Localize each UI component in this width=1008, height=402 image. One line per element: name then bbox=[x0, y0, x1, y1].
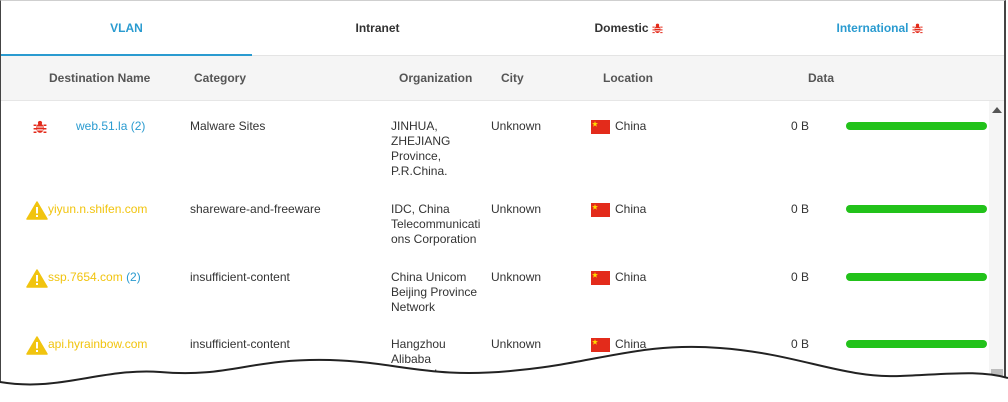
column-data[interactable]: Data bbox=[808, 71, 834, 85]
column-organization[interactable]: Organization bbox=[399, 71, 472, 85]
bug-icon bbox=[651, 23, 663, 33]
warning-icon bbox=[26, 201, 48, 220]
tab-intranet[interactable]: Intranet bbox=[252, 1, 503, 55]
scroll-thumb[interactable] bbox=[991, 369, 1003, 387]
vertical-scrollbar[interactable] bbox=[989, 101, 1004, 401]
china-flag-icon bbox=[591, 337, 610, 352]
city-cell: Unknown bbox=[491, 119, 542, 133]
column-city[interactable]: City bbox=[501, 71, 524, 85]
china-flag-icon bbox=[591, 270, 610, 285]
table-header: Destination Name Category Organization C… bbox=[1, 56, 1004, 101]
category-cell: insufficient-content bbox=[190, 270, 290, 284]
tab-label: Intranet bbox=[355, 21, 400, 35]
bug-icon bbox=[911, 23, 923, 33]
location-cell: China bbox=[591, 270, 646, 285]
organization-cell: Hangzhou Alibaba Advertising Co.,Ltd. bbox=[391, 337, 451, 396]
location-cell: China bbox=[591, 337, 646, 352]
tab-bar: VLAN Intranet Domestic International bbox=[1, 1, 1004, 56]
organization-cell: IDC, China Telecommunicati ons Corporatio… bbox=[391, 202, 481, 246]
destination-name[interactable]: ssp.7654.com (2) bbox=[48, 270, 141, 285]
traffic-panel: VLAN Intranet Domestic International Des… bbox=[0, 0, 1006, 402]
organization-cell: China Unicom Beijing Province Network bbox=[391, 270, 478, 314]
warning-icon bbox=[26, 269, 48, 288]
category-cell: shareware-and-freeware bbox=[190, 202, 321, 216]
destination-name[interactable]: yiyun.n.shifen.com bbox=[48, 202, 147, 217]
location-cell: China bbox=[591, 119, 646, 134]
data-cell: 0 B bbox=[791, 270, 810, 284]
usage-bar bbox=[846, 340, 987, 348]
column-location[interactable]: Location bbox=[603, 71, 653, 85]
column-destination[interactable]: Destination Name bbox=[49, 71, 150, 85]
china-flag-icon bbox=[591, 202, 610, 217]
location-cell: China bbox=[591, 202, 646, 217]
data-cell: 0 B bbox=[791, 202, 810, 216]
city-cell: Unknown bbox=[491, 270, 542, 284]
bug-icon bbox=[33, 120, 47, 133]
column-category[interactable]: Category bbox=[194, 71, 246, 85]
category-cell: insufficient-content bbox=[190, 337, 290, 351]
data-cell: 0 B bbox=[791, 337, 810, 351]
city-cell: Unknown bbox=[491, 337, 542, 351]
destination-name[interactable]: api.hyrainbow.com bbox=[48, 337, 147, 352]
tab-international[interactable]: International bbox=[754, 1, 1004, 55]
organization-cell: JINHUA, ZHEJIANG Province, P.R.China. bbox=[391, 119, 451, 178]
tab-label: International bbox=[836, 21, 909, 35]
destination-name[interactable]: web.51.la (2) bbox=[76, 119, 145, 134]
category-cell: Malware Sites bbox=[190, 119, 266, 133]
usage-bar bbox=[846, 122, 987, 130]
usage-bar bbox=[846, 273, 987, 281]
tab-label: Domestic bbox=[594, 21, 649, 35]
usage-bar bbox=[846, 205, 987, 213]
tab-vlan[interactable]: VLAN bbox=[1, 1, 252, 56]
warning-icon bbox=[26, 336, 48, 355]
city-cell: Unknown bbox=[491, 202, 542, 216]
tab-label: VLAN bbox=[110, 21, 143, 35]
table-body: web.51.la (2) Malware Sites JINHUA, ZHEJI… bbox=[1, 101, 989, 401]
scroll-up-arrow-icon[interactable] bbox=[992, 107, 1002, 113]
data-cell: 0 B bbox=[791, 119, 810, 133]
china-flag-icon bbox=[591, 119, 610, 134]
tab-domestic[interactable]: Domestic bbox=[503, 1, 754, 55]
